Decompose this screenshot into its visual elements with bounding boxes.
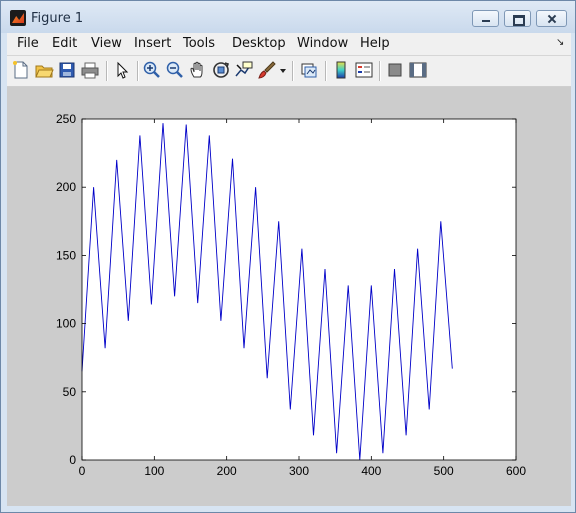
toolbar-separator <box>292 61 294 81</box>
menu-view[interactable]: View <box>91 36 122 51</box>
maximize-icon <box>505 11 530 26</box>
title-bar[interactable]: Figure 1 <box>1 1 575 33</box>
minimize-icon <box>473 11 498 26</box>
y-tick-label: 200 <box>56 180 76 194</box>
maximize-button[interactable] <box>504 10 531 27</box>
zoom-out-icon[interactable] <box>165 60 185 80</box>
y-tick-label: 100 <box>56 317 76 331</box>
figure-window: Figure 1 File Edit View Insert Tools Des… <box>0 0 576 513</box>
hide-plot-tools-icon[interactable] <box>385 60 405 80</box>
minimize-button[interactable] <box>472 10 499 27</box>
menu-insert[interactable]: Insert <box>134 36 171 51</box>
zoom-in-icon[interactable] <box>142 60 162 80</box>
plot-axes[interactable]: 0 100 200 300 400 500 600 0 50 100 150 200 250 <box>7 87 571 506</box>
data-cursor-icon[interactable] <box>234 60 254 80</box>
menu-bar: File Edit View Insert Tools Desktop Wind… <box>7 33 571 56</box>
close-icon <box>537 11 566 26</box>
legend-icon[interactable] <box>354 60 374 80</box>
menubar-dock-arrow-icon[interactable]: ↘ <box>556 37 564 48</box>
menu-window[interactable]: Window <box>297 36 348 51</box>
x-tick-label: 100 <box>144 464 164 478</box>
x-tick-label: 500 <box>434 464 454 478</box>
brush-icon[interactable] <box>257 60 277 80</box>
menu-help[interactable]: Help <box>360 36 390 51</box>
x-tick-label: 200 <box>217 464 237 478</box>
toolbar-separator <box>137 61 139 81</box>
show-plot-tools-icon[interactable] <box>408 60 428 80</box>
menu-desktop[interactable]: Desktop <box>232 36 286 51</box>
y-tick-label: 50 <box>63 385 77 399</box>
window-title: Figure 1 <box>31 11 84 26</box>
print-icon[interactable] <box>80 60 100 80</box>
open-file-icon[interactable] <box>34 60 54 80</box>
link-plot-icon[interactable] <box>299 60 319 80</box>
pointer-icon[interactable] <box>112 60 132 80</box>
menu-tools[interactable]: Tools <box>183 36 215 51</box>
x-tick-label: 600 <box>506 464 526 478</box>
pan-icon[interactable] <box>188 60 208 80</box>
toolbar-separator <box>106 61 108 81</box>
save-icon[interactable] <box>57 60 77 80</box>
close-button[interactable] <box>536 10 567 27</box>
matlab-logo-icon <box>10 10 26 26</box>
rotate-3d-icon[interactable] <box>211 60 231 80</box>
brush-dropdown-icon[interactable] <box>278 60 288 80</box>
y-tick-label: 150 <box>56 248 76 262</box>
toolbar-separator <box>379 61 381 81</box>
new-figure-icon[interactable] <box>11 60 31 80</box>
x-tick-label: 400 <box>361 464 381 478</box>
toolbar-separator <box>325 61 327 81</box>
x-tick-label: 300 <box>289 464 309 478</box>
y-tick-label: 0 <box>69 453 76 467</box>
figure-toolbar <box>7 56 571 87</box>
colorbar-icon[interactable] <box>331 60 351 80</box>
figure-canvas[interactable]: 0 100 200 300 400 500 600 0 50 100 150 200 250 <box>7 87 571 506</box>
y-tick-label: 250 <box>56 112 76 126</box>
x-tick-label: 0 <box>79 464 86 478</box>
menu-file[interactable]: File <box>17 36 39 51</box>
menu-edit[interactable]: Edit <box>52 36 77 51</box>
